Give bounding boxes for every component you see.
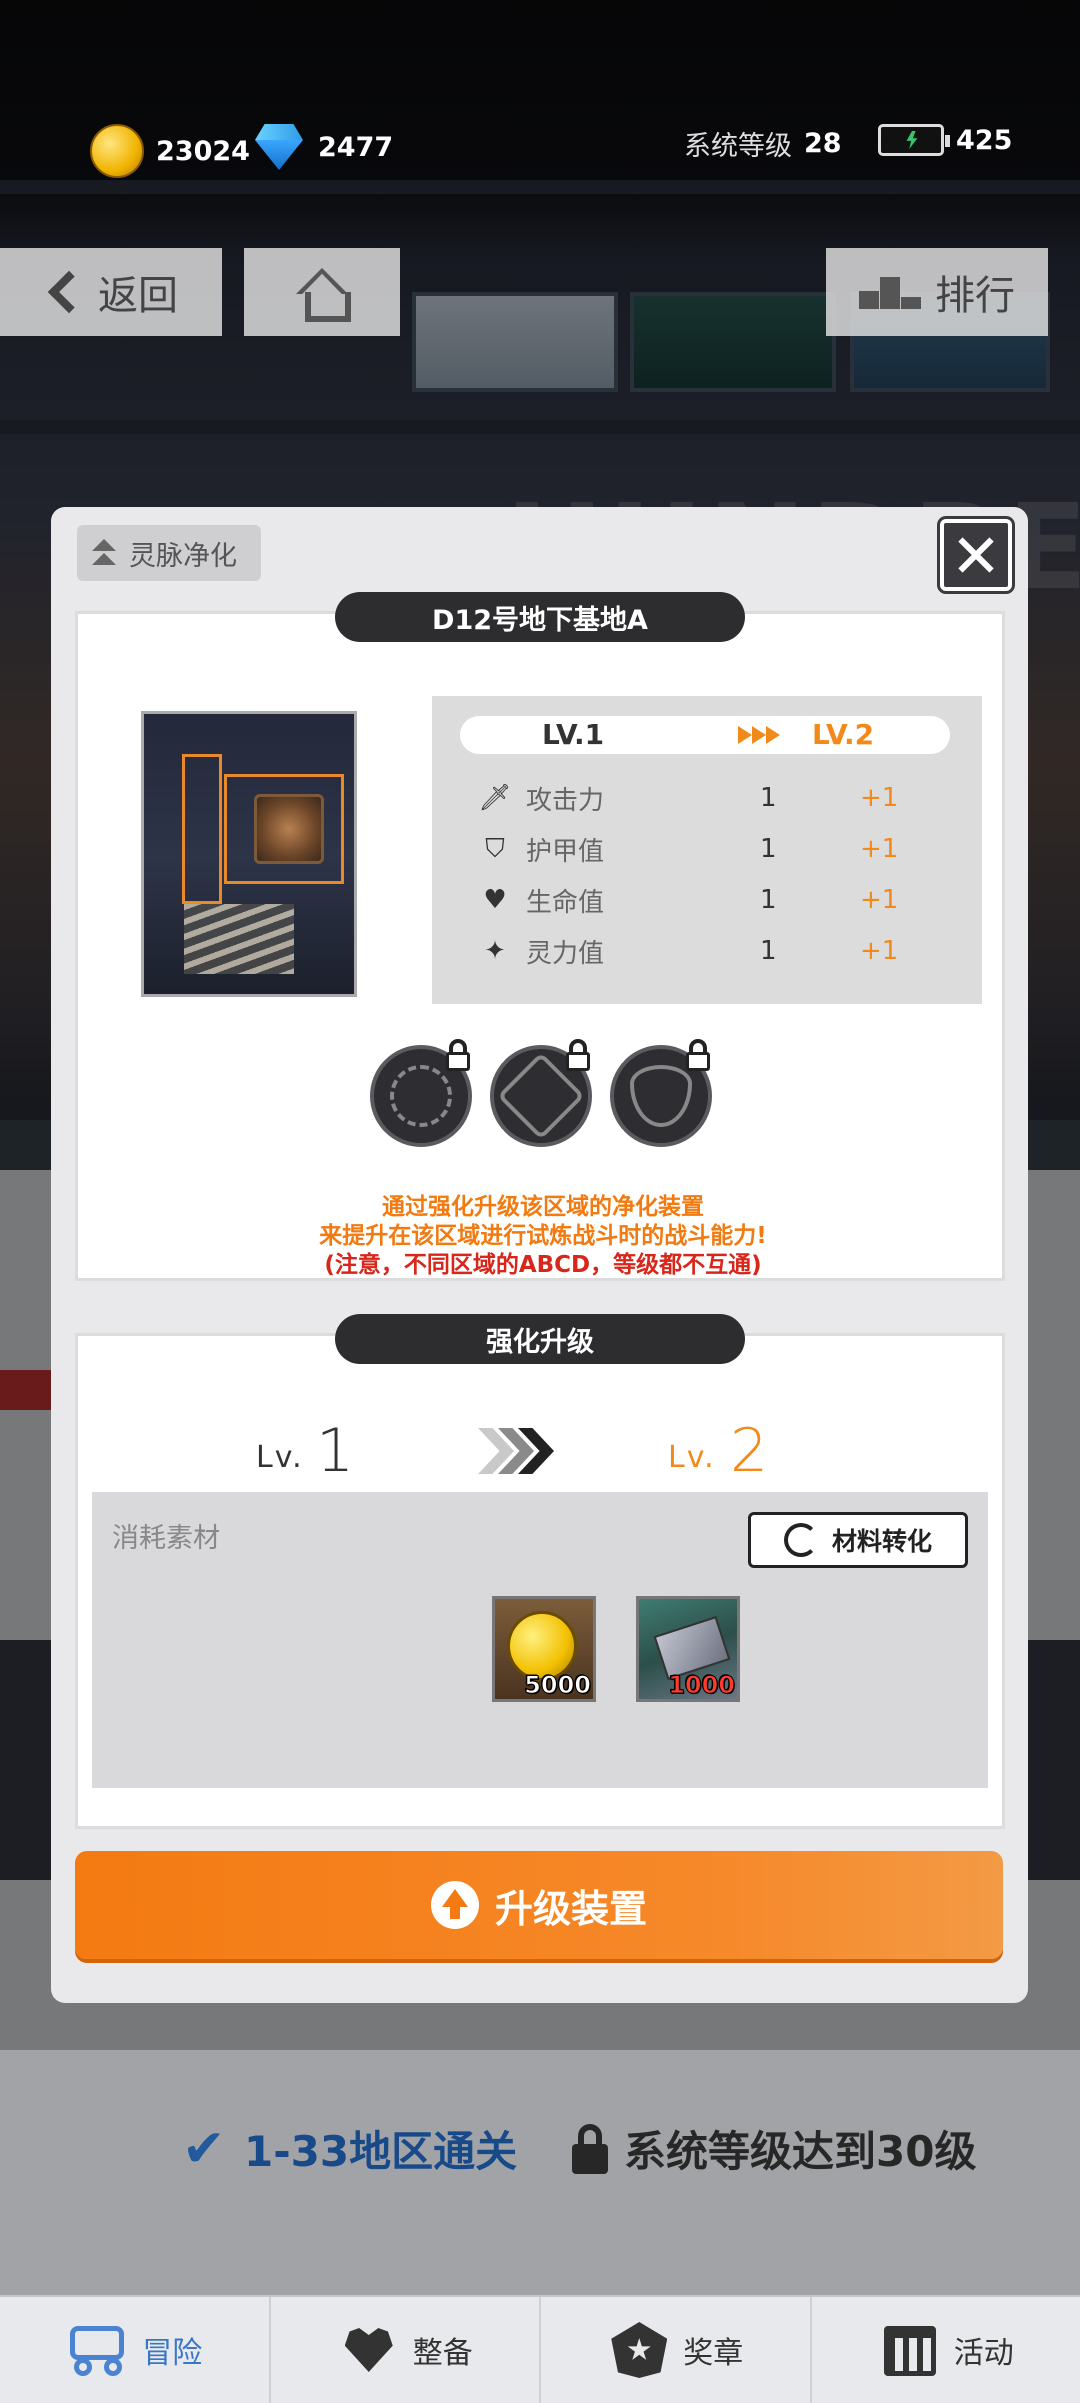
heart-icon: ♥ <box>483 885 507 915</box>
upgrade-device-button[interactable]: 升级装置 <box>75 1851 1003 1959</box>
ranking-button[interactable]: 排行 <box>826 248 1048 336</box>
gem-counter: 2477 <box>252 124 393 170</box>
area-title: D12号地下基地A <box>335 592 745 642</box>
stat-value: 1 <box>760 783 777 813</box>
area-info-panel: D12号地下基地A LV.1 LV.2 🗡 攻击力 1 +1 ⛉ 护甲值 1 +… <box>75 592 1005 1281</box>
materials-label: 消耗素材 <box>112 1523 220 1554</box>
next-level: 2 <box>730 1416 769 1486</box>
stat-bonus: +1 <box>860 783 899 813</box>
convert-materials-button[interactable]: 材料转化 <box>748 1512 968 1568</box>
modal-tag: 灵脉净化 <box>77 525 261 581</box>
nav-tab-events[interactable]: 活动 <box>812 2297 1080 2403</box>
stat-name: 灵力值 <box>526 938 605 969</box>
nav-tab-label: 奖章 <box>683 2336 744 2371</box>
stat-row-attack: 🗡 攻击力 1 +1 <box>478 778 940 818</box>
bottom-navigation: 冒险 整备 奖章 活动 <box>0 2295 1080 2403</box>
energy-count: 425 <box>956 124 1013 156</box>
lock-icon <box>444 1039 472 1071</box>
system-level-value: 28 <box>804 128 842 159</box>
current-level: 1 <box>316 1416 355 1486</box>
level-comparison-bar: LV.1 LV.2 <box>460 716 950 754</box>
stat-bonus: +1 <box>860 885 899 915</box>
locked-rune-slot[interactable] <box>490 1039 592 1147</box>
back-button-label: 返回 <box>98 273 178 319</box>
stat-row-health: ♥ 生命值 1 +1 <box>480 880 940 920</box>
materials-box: 消耗素材 材料转化 5000 1000 <box>92 1492 988 1788</box>
stat-row-armor: ⛉ 护甲值 1 +1 <box>480 829 940 869</box>
stat-row-spirit: ✦ 灵力值 1 +1 <box>480 931 940 971</box>
nav-tab-medals[interactable]: 奖章 <box>541 2297 812 2403</box>
truck-icon <box>66 2320 130 2380</box>
stat-value: 1 <box>760 936 777 966</box>
coin-count: 23024 <box>156 135 250 167</box>
triple-arrow-icon <box>738 726 780 744</box>
gold-coin-icon <box>90 124 144 178</box>
back-button[interactable]: 返回 <box>0 248 222 336</box>
level-from: LV.1 <box>542 718 605 751</box>
lock-icon <box>684 1039 712 1071</box>
next-level-prefix: Lv. <box>668 1440 716 1475</box>
close-button[interactable] <box>940 519 1012 591</box>
home-icon <box>296 268 351 322</box>
ranking-button-label: 排行 <box>935 273 1015 319</box>
energy-counter: 425 <box>878 124 1012 156</box>
nav-tab-label: 活动 <box>953 2336 1014 2371</box>
current-level-prefix: Lv. <box>256 1440 304 1475</box>
area-thumbnail <box>141 711 357 997</box>
arrow-up-icon <box>430 1881 479 1929</box>
stat-value: 1 <box>760 885 777 915</box>
upgrade-level-row: Lv. 1 Lv. 2 <box>78 1416 1008 1486</box>
locked-rune-slot[interactable] <box>370 1039 472 1147</box>
stat-name: 护甲值 <box>526 836 605 867</box>
refresh-icon <box>783 1523 818 1557</box>
system-level-label: 系统等级 <box>684 131 792 162</box>
purification-modal: 灵脉净化 D12号地下基地A LV.1 LV.2 🗡 攻击力 1 +1 ⛉ 护甲… <box>51 507 1028 2003</box>
podium-icon <box>859 275 921 309</box>
locked-rune-slot[interactable] <box>610 1039 712 1147</box>
chevrons-right-icon <box>478 1428 558 1474</box>
battery-icon <box>878 124 950 156</box>
nav-tab-label: 冒险 <box>142 2336 203 2371</box>
stat-value: 1 <box>760 834 777 864</box>
material-qty: 1000 <box>668 1671 736 1700</box>
level-to: LV.2 <box>812 718 875 751</box>
home-button[interactable] <box>244 248 400 336</box>
material-item-crystal[interactable]: 1000 <box>636 1596 740 1702</box>
sparkle-icon: ✦ <box>484 936 506 966</box>
requirements-dim <box>0 2050 1080 2300</box>
double-up-arrow-icon <box>89 539 119 567</box>
stat-name: 生命值 <box>526 887 605 918</box>
coin-counter: 23024 <box>90 124 250 178</box>
stat-bonus: +1 <box>860 834 899 864</box>
notice-line-3: (注意，不同区域的ABCD，等级都不互通) <box>324 1252 762 1278</box>
convert-materials-label: 材料转化 <box>831 1527 932 1556</box>
resource-bar: 23024 2477 系统等级 28 425 <box>0 110 1080 190</box>
gem-count: 2477 <box>318 131 394 163</box>
chevron-left-icon <box>47 270 91 314</box>
nav-tab-label: 整备 <box>412 2336 473 2371</box>
upgrade-device-label: 升级装置 <box>494 1886 647 1931</box>
medal-icon <box>607 2320 671 2380</box>
stats-comparison: LV.1 LV.2 🗡 攻击力 1 +1 ⛉ 护甲值 1 +1 ♥ 生命值 1 … <box>432 696 982 1004</box>
stat-name: 攻击力 <box>526 785 605 816</box>
diamond-icon <box>252 124 306 170</box>
lock-icon <box>564 1039 592 1071</box>
upgrade-section-title: 强化升级 <box>335 1314 745 1364</box>
modal-tag-label: 灵脉净化 <box>129 540 237 572</box>
shield-icon: ⛉ <box>485 833 505 864</box>
nav-tab-adventure[interactable]: 冒险 <box>0 2297 271 2403</box>
attack-icon: 🗡 <box>478 783 512 813</box>
heart-icon <box>337 2320 401 2380</box>
material-qty: 5000 <box>524 1671 592 1700</box>
system-level: 系统等级 28 <box>684 124 842 163</box>
calendar-icon <box>878 2320 942 2380</box>
stat-bonus: +1 <box>860 936 899 966</box>
upgrade-panel: 强化升级 Lv. 1 Lv. 2 消耗素材 材料转化 5000 1000 <box>75 1314 1008 1829</box>
nav-tab-equip[interactable]: 整备 <box>271 2297 541 2403</box>
material-item-coin[interactable]: 5000 <box>492 1596 596 1702</box>
